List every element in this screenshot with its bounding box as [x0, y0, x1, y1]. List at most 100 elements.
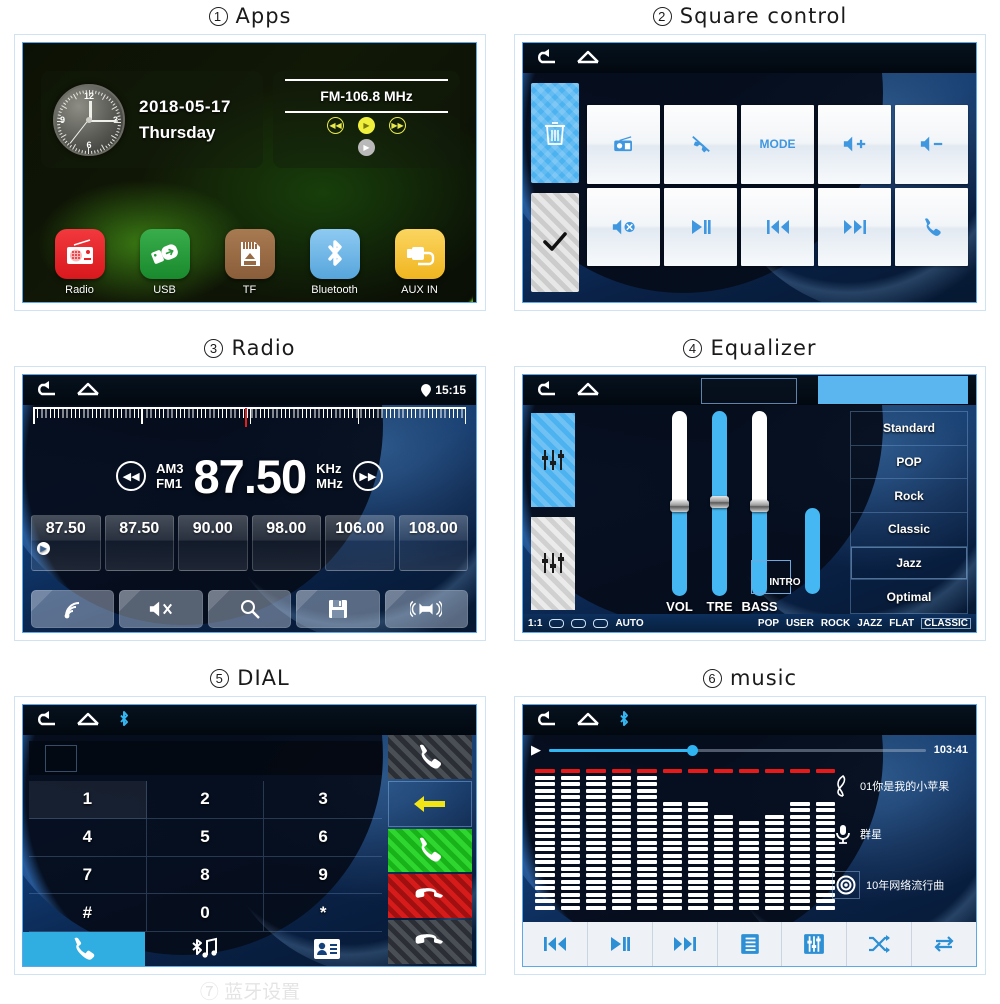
delete-tile[interactable]	[531, 83, 579, 183]
key-9[interactable]: 9	[264, 857, 382, 895]
radio-button[interactable]	[587, 105, 660, 184]
back-icon[interactable]	[33, 710, 59, 730]
eq-mode-user[interactable]: USER	[786, 618, 814, 629]
key-1[interactable]: 1	[29, 781, 147, 819]
band-button[interactable]	[31, 590, 115, 628]
shuffle-button[interactable]	[847, 922, 913, 966]
repeat-button[interactable]	[912, 922, 976, 966]
eq-preset-optimal[interactable]: Optimal	[851, 580, 967, 613]
key-5[interactable]: 5	[146, 818, 265, 857]
eq-mode-jazz[interactable]: JAZZ	[857, 618, 882, 629]
previous-button[interactable]	[741, 187, 814, 266]
progress-handle[interactable]	[686, 744, 698, 756]
preset-button[interactable]: 108.00	[398, 515, 468, 571]
slider-track[interactable]	[670, 411, 689, 596]
confirm-tile[interactable]	[531, 192, 579, 292]
tab-contacts[interactable]	[266, 932, 388, 966]
preset-button[interactable]: 106.00	[325, 515, 395, 571]
next-button[interactable]	[653, 922, 718, 966]
previous-button[interactable]	[523, 922, 588, 966]
eq-mode-pop[interactable]: POP	[758, 618, 779, 629]
equalizer-button[interactable]	[782, 922, 848, 966]
call-button[interactable]	[895, 187, 968, 266]
mute-button[interactable]	[587, 187, 660, 266]
tab-bluetooth-music[interactable]	[145, 932, 267, 966]
mute-button[interactable]	[119, 590, 203, 628]
home-icon[interactable]	[575, 48, 601, 68]
clock-widget[interactable]: 12 3 6 9 2018-05-17 Thursday	[41, 71, 263, 168]
play-pause-button[interactable]	[664, 187, 737, 266]
key-6[interactable]: 6	[264, 819, 382, 857]
eq-preset-pop[interactable]: POP	[851, 446, 967, 480]
volume-up-button[interactable]	[818, 105, 891, 184]
eq-mode-flat[interactable]: FLAT	[889, 618, 914, 629]
scan-button[interactable]	[207, 590, 292, 628]
eq-highlight-box[interactable]	[818, 376, 968, 404]
app-bluetooth[interactable]: Bluetooth	[301, 229, 369, 296]
fade-rear-icon[interactable]	[593, 618, 609, 628]
seek-down-button[interactable]: ◀◀	[116, 461, 147, 491]
hangup-button[interactable]	[664, 105, 737, 184]
slider-knob[interactable]	[750, 499, 769, 512]
tab-dial[interactable]	[23, 932, 145, 966]
key-2[interactable]: 2	[146, 781, 265, 819]
key-7[interactable]: 7	[29, 856, 147, 895]
app-radio[interactable]: Radio	[46, 229, 114, 296]
fade-front-icon[interactable]	[549, 618, 565, 628]
eq-preset-standard[interactable]: Standard	[851, 412, 967, 446]
auto-label[interactable]: AUTO	[615, 618, 643, 629]
eq-tile-inactive[interactable]	[531, 516, 575, 610]
playlist-button[interactable]	[718, 922, 783, 966]
play-icon[interactable]: ▶	[358, 117, 375, 134]
prev-track-icon[interactable]: ◀◀	[327, 117, 344, 134]
seek-up-button[interactable]: ▶▶	[352, 461, 383, 491]
eq-preset-jazz[interactable]: Jazz	[851, 547, 967, 581]
eq-preset-classic[interactable]: Classic	[851, 513, 967, 547]
back-icon[interactable]	[533, 710, 559, 730]
app-tf[interactable]: TF	[216, 229, 284, 296]
loudness-button[interactable]	[384, 590, 469, 628]
play-pause-button[interactable]	[588, 922, 653, 966]
key-0[interactable]: 0	[146, 894, 265, 932]
eq-preset-rock[interactable]: Rock	[851, 479, 967, 514]
slider-vol[interactable]: VOL	[666, 411, 693, 614]
hangup-button[interactable]	[388, 874, 472, 919]
preset-button[interactable]: 87.50	[104, 515, 174, 571]
fm-widget[interactable]: FM-106.8 MHz ◀◀ ▶ ▶▶ ▶	[273, 71, 460, 168]
home-icon[interactable]	[75, 380, 101, 400]
end-call-button[interactable]	[388, 920, 472, 964]
eq-mode-rock[interactable]: ROCK	[821, 618, 850, 629]
back-icon[interactable]	[533, 48, 559, 68]
frequency-ruler[interactable]	[33, 407, 466, 427]
slider-track[interactable]	[710, 411, 729, 596]
home-icon[interactable]	[575, 380, 601, 400]
key-hash[interactable]: #	[29, 894, 147, 932]
app-aux[interactable]: AUX IN	[386, 229, 454, 296]
next-button[interactable]	[818, 187, 891, 266]
slider-bass[interactable]: INTRO BASS	[741, 411, 820, 614]
save-button[interactable]	[296, 590, 380, 628]
progress-bar[interactable]	[549, 744, 926, 756]
key-4[interactable]: 4	[29, 818, 147, 857]
slider-knob[interactable]	[710, 496, 729, 509]
home-icon[interactable]	[75, 710, 101, 730]
eq-mode-classic[interactable]: CLASSIC	[921, 618, 971, 629]
backspace-button[interactable]	[388, 780, 472, 827]
preset-button[interactable]: 98.00	[251, 515, 321, 571]
eq-title-box[interactable]	[701, 378, 797, 404]
mode-button[interactable]: MODE	[741, 105, 814, 184]
preset-button[interactable]: 90.00	[178, 515, 248, 571]
slider-knob[interactable]	[670, 499, 689, 512]
number-display[interactable]	[29, 741, 382, 775]
preset-button[interactable]: 87.50 ▶	[31, 515, 101, 571]
play-icon[interactable]: ▶	[531, 742, 541, 758]
slider-tre[interactable]: TRE	[707, 411, 733, 614]
home-icon[interactable]	[575, 710, 601, 730]
dial-button[interactable]	[388, 828, 472, 873]
back-icon[interactable]	[33, 380, 59, 400]
next-track-icon[interactable]: ▶▶	[389, 117, 406, 134]
key-star[interactable]: *	[264, 894, 382, 932]
back-icon[interactable]	[533, 380, 559, 400]
fade-center-icon[interactable]	[571, 618, 587, 628]
key-8[interactable]: 8	[146, 856, 265, 895]
